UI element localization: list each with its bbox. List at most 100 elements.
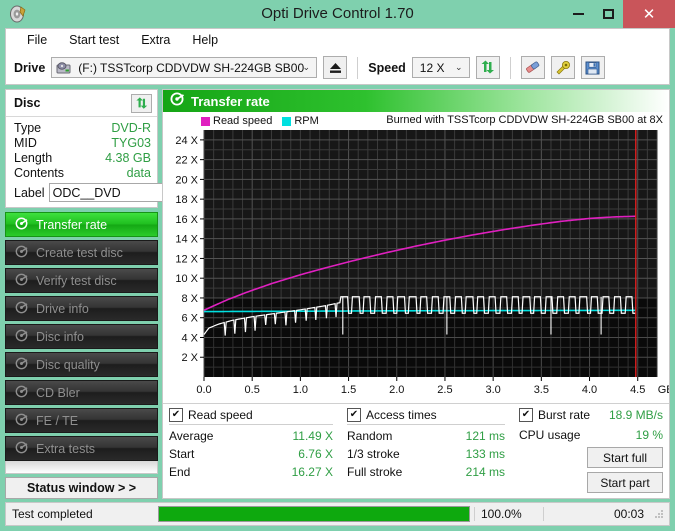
sidebar-item-extra-tests[interactable]: Extra tests	[5, 436, 158, 461]
save-icon	[585, 61, 600, 75]
sidebar-item-disc-info[interactable]: Disc info	[5, 324, 158, 349]
menu-help[interactable]: Help	[181, 31, 229, 49]
menu-file[interactable]: File	[16, 31, 58, 49]
sidebar-item-label: Extra tests	[36, 442, 95, 456]
svg-text:16 X: 16 X	[175, 214, 198, 226]
svg-text:GB: GB	[658, 384, 669, 396]
start-full-button[interactable]: Start full	[587, 447, 663, 468]
stat-key-full-stroke: Full stroke	[347, 463, 402, 481]
sidebar-item-label: Transfer rate	[36, 218, 107, 232]
toolbar-divider-1	[357, 57, 358, 79]
maximize-button[interactable]	[593, 0, 623, 28]
burst-rate-checkbox[interactable]: ✔	[519, 408, 533, 422]
sidebar-item-fe-te[interactable]: FE / TE	[5, 408, 158, 433]
toolbar-divider-2	[510, 57, 511, 79]
disc-scan-icon	[15, 385, 28, 401]
stat-value-third-stroke: 133 ms	[466, 445, 505, 463]
close-button[interactable]: ✕	[623, 0, 675, 28]
erase-icon	[524, 60, 541, 75]
drive-select[interactable]: (F:) TSSTcorp CDDVDW SH-224GB SB00 ⌄	[51, 57, 317, 78]
sidebar-item-create-test-disc[interactable]: Create test disc	[5, 240, 158, 265]
speed-select[interactable]: 12 X ⌄	[412, 57, 470, 78]
window-controls: ✕	[563, 0, 675, 28]
disc-refresh-button[interactable]	[131, 94, 152, 113]
svg-text:3.0: 3.0	[486, 384, 501, 396]
menu-start-test[interactable]: Start test	[58, 31, 130, 49]
minimize-button[interactable]	[563, 0, 593, 28]
transfer-rate-plot: 2 X4 X6 X8 X10 X12 X14 X16 X18 X20 X22 X…	[163, 112, 669, 403]
stat-value-cpu-usage: 19 %	[636, 426, 663, 444]
status-bar: Test completed 100.0% 00:03	[5, 502, 670, 526]
main-body: Disc Type DVD-R MID TYG	[5, 89, 670, 499]
refresh-button[interactable]	[476, 56, 500, 79]
stat-row-random: Random 121 ms	[347, 427, 505, 445]
disc-value-contents: data	[127, 166, 151, 181]
chevron-down-icon: ⌄	[451, 62, 467, 73]
stat-row-full-stroke: Full stroke 214 ms	[347, 463, 505, 481]
sidebar-item-label: FE / TE	[36, 414, 78, 428]
svg-text:18 X: 18 X	[175, 194, 198, 206]
chart-area: Read speed RPM Burned with TSSTcorp CDDV…	[163, 112, 669, 403]
svg-text:3.5: 3.5	[534, 384, 549, 396]
disc-value-type: DVD-R	[111, 121, 151, 136]
start-part-button[interactable]: Start part	[587, 472, 663, 493]
sidebar-item-label: Disc quality	[36, 358, 100, 372]
tools-button[interactable]	[551, 56, 575, 79]
sidebar-item-label: Drive info	[36, 302, 89, 316]
burst-rate-label: Burst rate	[538, 408, 590, 422]
sidebar-filler	[5, 461, 158, 474]
stat-value-start: 6.76 X	[298, 445, 333, 463]
minimize-icon	[573, 13, 584, 15]
chart-panel-header: Transfer rate	[163, 90, 669, 112]
svg-text:4 X: 4 X	[181, 332, 198, 344]
read-speed-label: Read speed	[188, 408, 253, 422]
svg-text:10 X: 10 X	[175, 273, 198, 285]
progress-fill	[159, 507, 469, 521]
burst-rate-checkbox-row[interactable]: ✔ Burst rate 18.9 MB/s	[519, 408, 663, 424]
read-speed-checkbox-row[interactable]: ✔ Read speed	[169, 408, 333, 425]
svg-text:2.0: 2.0	[389, 384, 404, 396]
menu-extra[interactable]: Extra	[130, 31, 181, 49]
eject-button[interactable]	[323, 56, 347, 79]
disc-row-type: Type DVD-R	[14, 121, 151, 136]
svg-text:14 X: 14 X	[175, 234, 198, 246]
erase-button[interactable]	[521, 56, 545, 79]
chart-panel: Transfer rate Read speed RPM Burned with…	[162, 89, 670, 499]
sidebar-item-drive-info[interactable]: Drive info	[5, 296, 158, 321]
read-speed-checkbox[interactable]: ✔	[169, 408, 183, 422]
sidebar: Disc Type DVD-R MID TYG	[5, 89, 158, 499]
chevron-down-icon: ⌄	[298, 62, 314, 73]
stats-panel: ✔ Read speed Average 11.49 X Start 6.76 …	[163, 403, 669, 498]
disc-label-key: Label	[14, 186, 45, 200]
save-button[interactable]	[581, 56, 605, 79]
disc-key-type: Type	[14, 121, 41, 136]
chart-panel-title: Transfer rate	[191, 94, 270, 109]
stats-read-speed: ✔ Read speed Average 11.49 X Start 6.76 …	[169, 408, 347, 493]
disc-panel-title: Disc	[14, 96, 40, 110]
disc-scan-icon	[15, 357, 28, 373]
disc-scan-icon	[15, 217, 28, 233]
stat-key-third-stroke: 1/3 stroke	[347, 445, 400, 463]
sidebar-item-disc-quality[interactable]: Disc quality	[5, 352, 158, 377]
disc-key-contents: Contents	[14, 166, 64, 181]
sidebar-item-cd-bler[interactable]: CD Bler	[5, 380, 158, 405]
svg-text:0.0: 0.0	[196, 384, 211, 396]
refresh-icon	[135, 97, 149, 110]
sidebar-item-transfer-rate[interactable]: Transfer rate	[5, 212, 158, 237]
access-times-checkbox-row[interactable]: ✔ Access times	[347, 408, 505, 425]
disc-scan-icon	[170, 92, 184, 111]
sidebar-item-label: Verify test disc	[36, 274, 117, 288]
speed-value: 12 X	[420, 61, 445, 75]
disc-value-mid: TYG03	[111, 136, 151, 151]
resize-grip-icon[interactable]	[652, 507, 666, 521]
disc-row-length: Length 4.38 GB	[14, 151, 151, 166]
access-times-checkbox[interactable]: ✔	[347, 408, 361, 422]
sidebar-item-verify-test-disc[interactable]: Verify test disc	[5, 268, 158, 293]
svg-text:12 X: 12 X	[175, 253, 198, 265]
disc-scan-icon	[15, 329, 28, 345]
disc-info-list: Type DVD-R MID TYG03 Length 4.38 GB Cont…	[6, 117, 157, 207]
stat-row-third-stroke: 1/3 stroke 133 ms	[347, 445, 505, 463]
status-window-button[interactable]: Status window > >	[5, 477, 158, 499]
drive-icon	[56, 61, 71, 75]
svg-text:22 X: 22 X	[175, 155, 198, 167]
